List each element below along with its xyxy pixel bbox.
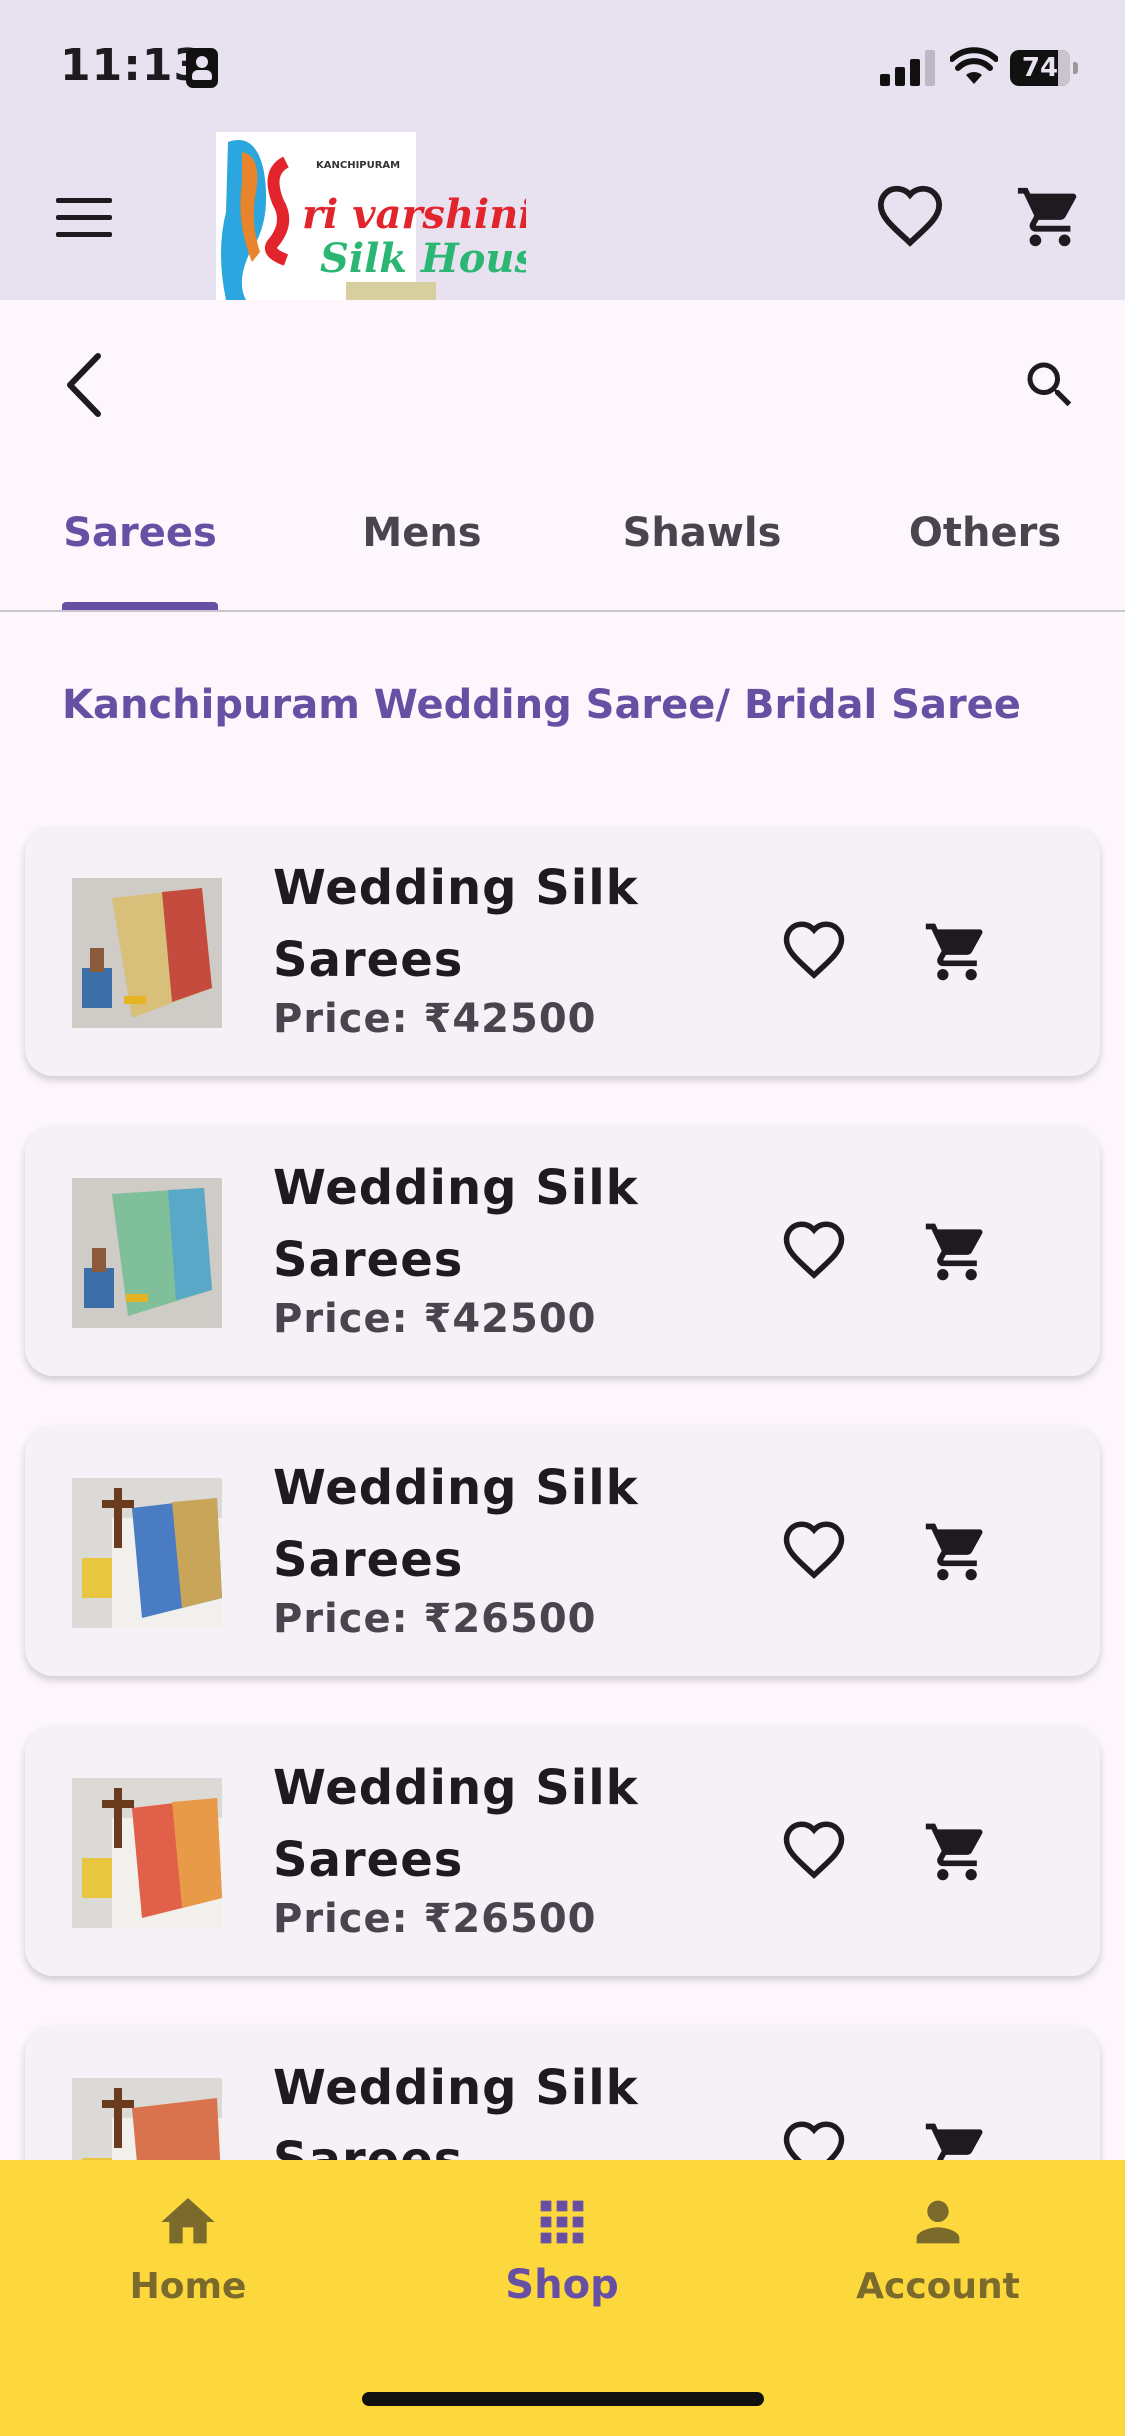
product-card[interactable]: Wedding Silk Sarees Price: ₹26500 <box>25 1726 1100 1976</box>
nav-shop-label: Shop <box>505 2262 619 2308</box>
favorite-heart-icon[interactable] <box>781 1218 847 1280</box>
product-card[interactable]: Wedding Silk Sarees Price: ₹26500 <box>25 1426 1100 1676</box>
add-to-cart-icon[interactable] <box>923 1518 991 1586</box>
product-image[interactable] <box>72 1178 222 1328</box>
product-card[interactable]: Wedding Silk Sarees Price: ₹42500 <box>25 1126 1100 1376</box>
product-name: Wedding Silk Sarees <box>273 2060 639 2160</box>
contact-badge-icon <box>186 48 218 88</box>
favorite-heart-icon[interactable] <box>781 2118 847 2160</box>
add-to-cart-icon[interactable] <box>923 918 991 986</box>
app-bar <box>0 140 1125 300</box>
home-icon <box>161 2198 215 2244</box>
svg-text:KANCHIPURAM: KANCHIPURAM <box>316 160 400 171</box>
product-name: Wedding Silk Sarees <box>273 1460 639 1588</box>
status-time: 11:13 <box>60 40 206 91</box>
add-to-cart-icon[interactable] <box>923 2118 991 2160</box>
product-name: Wedding Silk Sarees <box>273 860 639 988</box>
product-list[interactable]: Wedding Silk Sarees Price: ₹42500 Weddin… <box>0 826 1125 2160</box>
grid-icon <box>540 2200 584 2244</box>
product-image[interactable] <box>72 2078 222 2160</box>
cellular-signal-icon <box>880 50 935 86</box>
product-price: Price: ₹42500 <box>273 1296 597 1342</box>
category-tabs: Sarees Mens Shawls Others <box>0 470 1125 612</box>
product-card[interactable]: Wedding Silk Sarees <box>25 2026 1100 2160</box>
battery-icon: 74 <box>1010 50 1080 86</box>
tab-others[interactable]: Others <box>900 510 1070 556</box>
person-icon <box>916 2200 960 2244</box>
wifi-icon <box>950 47 998 84</box>
svg-text:Silk House: Silk House <box>320 235 526 282</box>
svg-text:ri varshini: ri varshini <box>302 191 526 238</box>
product-price: Price: ₹42500 <box>273 996 597 1042</box>
section-title: Kanchipuram Wedding Saree/ Bridal Saree <box>62 682 1021 728</box>
product-image[interactable] <box>72 1778 222 1928</box>
nav-account-label: Account <box>856 2266 1020 2307</box>
product-price: Price: ₹26500 <box>273 1596 597 1642</box>
product-price: Price: ₹26500 <box>273 1896 597 1942</box>
product-image[interactable] <box>72 1478 222 1628</box>
add-to-cart-icon[interactable] <box>923 1818 991 1886</box>
battery-level: 74 <box>1021 53 1059 83</box>
nav-account[interactable]: Account <box>818 2190 1058 2307</box>
add-to-cart-icon[interactable] <box>923 1218 991 1286</box>
tab-shawls[interactable]: Shawls <box>612 510 792 556</box>
product-name: Wedding Silk Sarees <box>273 1160 639 1288</box>
favorite-heart-icon[interactable] <box>781 1518 847 1580</box>
nav-shop[interactable]: Shop <box>442 2190 682 2308</box>
cart-icon[interactable] <box>1015 182 1085 252</box>
back-arrow-icon[interactable] <box>60 350 110 420</box>
tab-indicator <box>62 602 218 610</box>
tab-mens[interactable]: Mens <box>342 510 502 556</box>
wishlist-heart-icon[interactable] <box>875 182 945 248</box>
product-name: Wedding Silk Sarees <box>273 1760 639 1888</box>
product-image[interactable] <box>72 878 222 1028</box>
menu-icon[interactable] <box>56 198 112 238</box>
favorite-heart-icon[interactable] <box>781 918 847 980</box>
tab-sarees[interactable]: Sarees <box>62 510 218 556</box>
search-icon[interactable] <box>1020 355 1080 415</box>
status-bar: 11:13 74 <box>0 0 1125 140</box>
store-logo[interactable]: ri varshini Silk House KANCHIPURAM <box>216 132 526 300</box>
product-card[interactable]: Wedding Silk Sarees Price: ₹42500 <box>25 826 1100 1076</box>
favorite-heart-icon[interactable] <box>781 1818 847 1880</box>
home-indicator <box>362 2392 764 2406</box>
nav-home[interactable]: Home <box>68 2190 308 2307</box>
nav-home-label: Home <box>129 2266 247 2307</box>
